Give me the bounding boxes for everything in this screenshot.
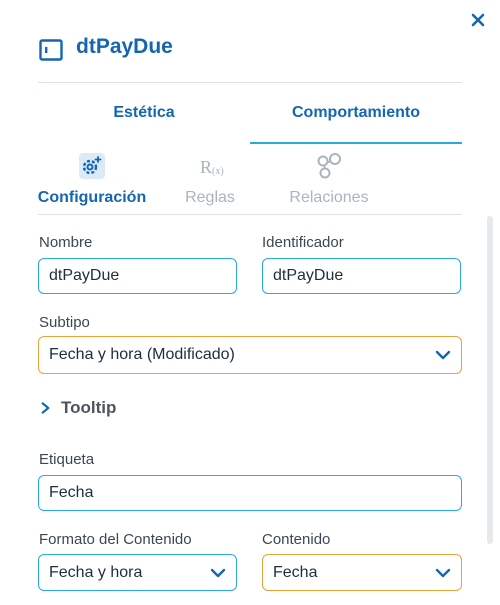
contenido-value: Fecha — [273, 563, 318, 581]
page-title: dtPayDue — [76, 35, 173, 58]
etiqueta-value: Fecha — [49, 484, 94, 501]
formato-select[interactable]: Fecha y hora — [38, 554, 237, 591]
chevron-down-icon — [435, 350, 451, 360]
etiqueta-input[interactable]: Fecha — [38, 475, 462, 511]
header-divider — [38, 82, 462, 83]
svg-text:(x): (x) — [212, 166, 224, 177]
nombre-input[interactable]: dtPayDue — [38, 258, 237, 294]
relations-icon[interactable] — [315, 152, 343, 180]
active-tab-indicator — [250, 142, 462, 144]
scrollbar[interactable] — [487, 216, 493, 544]
tooltip-label: Tooltip — [61, 398, 117, 417]
chevron-right-icon — [41, 402, 50, 414]
rules-icon[interactable]: R (x) — [197, 152, 225, 180]
subtipo-select[interactable]: Fecha y hora (Modificado) — [38, 336, 462, 374]
contenido-label: Contenido — [262, 531, 331, 548]
panel-icon — [39, 39, 63, 61]
nombre-label: Nombre — [39, 234, 93, 251]
close-icon[interactable] — [468, 10, 488, 30]
nombre-value: dtPayDue — [49, 267, 120, 284]
subtipo-value: Fecha y hora (Modificado) — [49, 346, 235, 363]
subtab-reglas[interactable]: Reglas — [160, 189, 260, 207]
tooltip-toggle[interactable]: Tooltip — [40, 398, 116, 418]
identificador-value: dtPayDue — [273, 267, 344, 284]
chevron-down-icon — [210, 568, 226, 577]
formato-label: Formato del Contenido — [39, 531, 192, 548]
identificador-input[interactable]: dtPayDue — [262, 258, 461, 294]
gear-icon[interactable] — [78, 152, 106, 180]
subtab-relaciones[interactable]: Relaciones — [274, 189, 384, 207]
chevron-down-icon — [435, 568, 451, 577]
contenido-select[interactable]: Fecha — [262, 554, 462, 591]
formato-value: Fecha y hora — [49, 563, 143, 581]
subtipo-label: Subtipo — [39, 314, 90, 331]
subtab-configuracion[interactable]: Configuración — [30, 189, 154, 207]
svg-text:R: R — [200, 157, 212, 177]
subtab-divider — [38, 214, 462, 215]
etiqueta-label: Etiqueta — [39, 451, 95, 468]
tab-estetica[interactable]: Estética — [38, 104, 250, 122]
tab-comportamiento[interactable]: Comportamiento — [250, 104, 462, 122]
identificador-label: Identificador — [262, 234, 344, 251]
